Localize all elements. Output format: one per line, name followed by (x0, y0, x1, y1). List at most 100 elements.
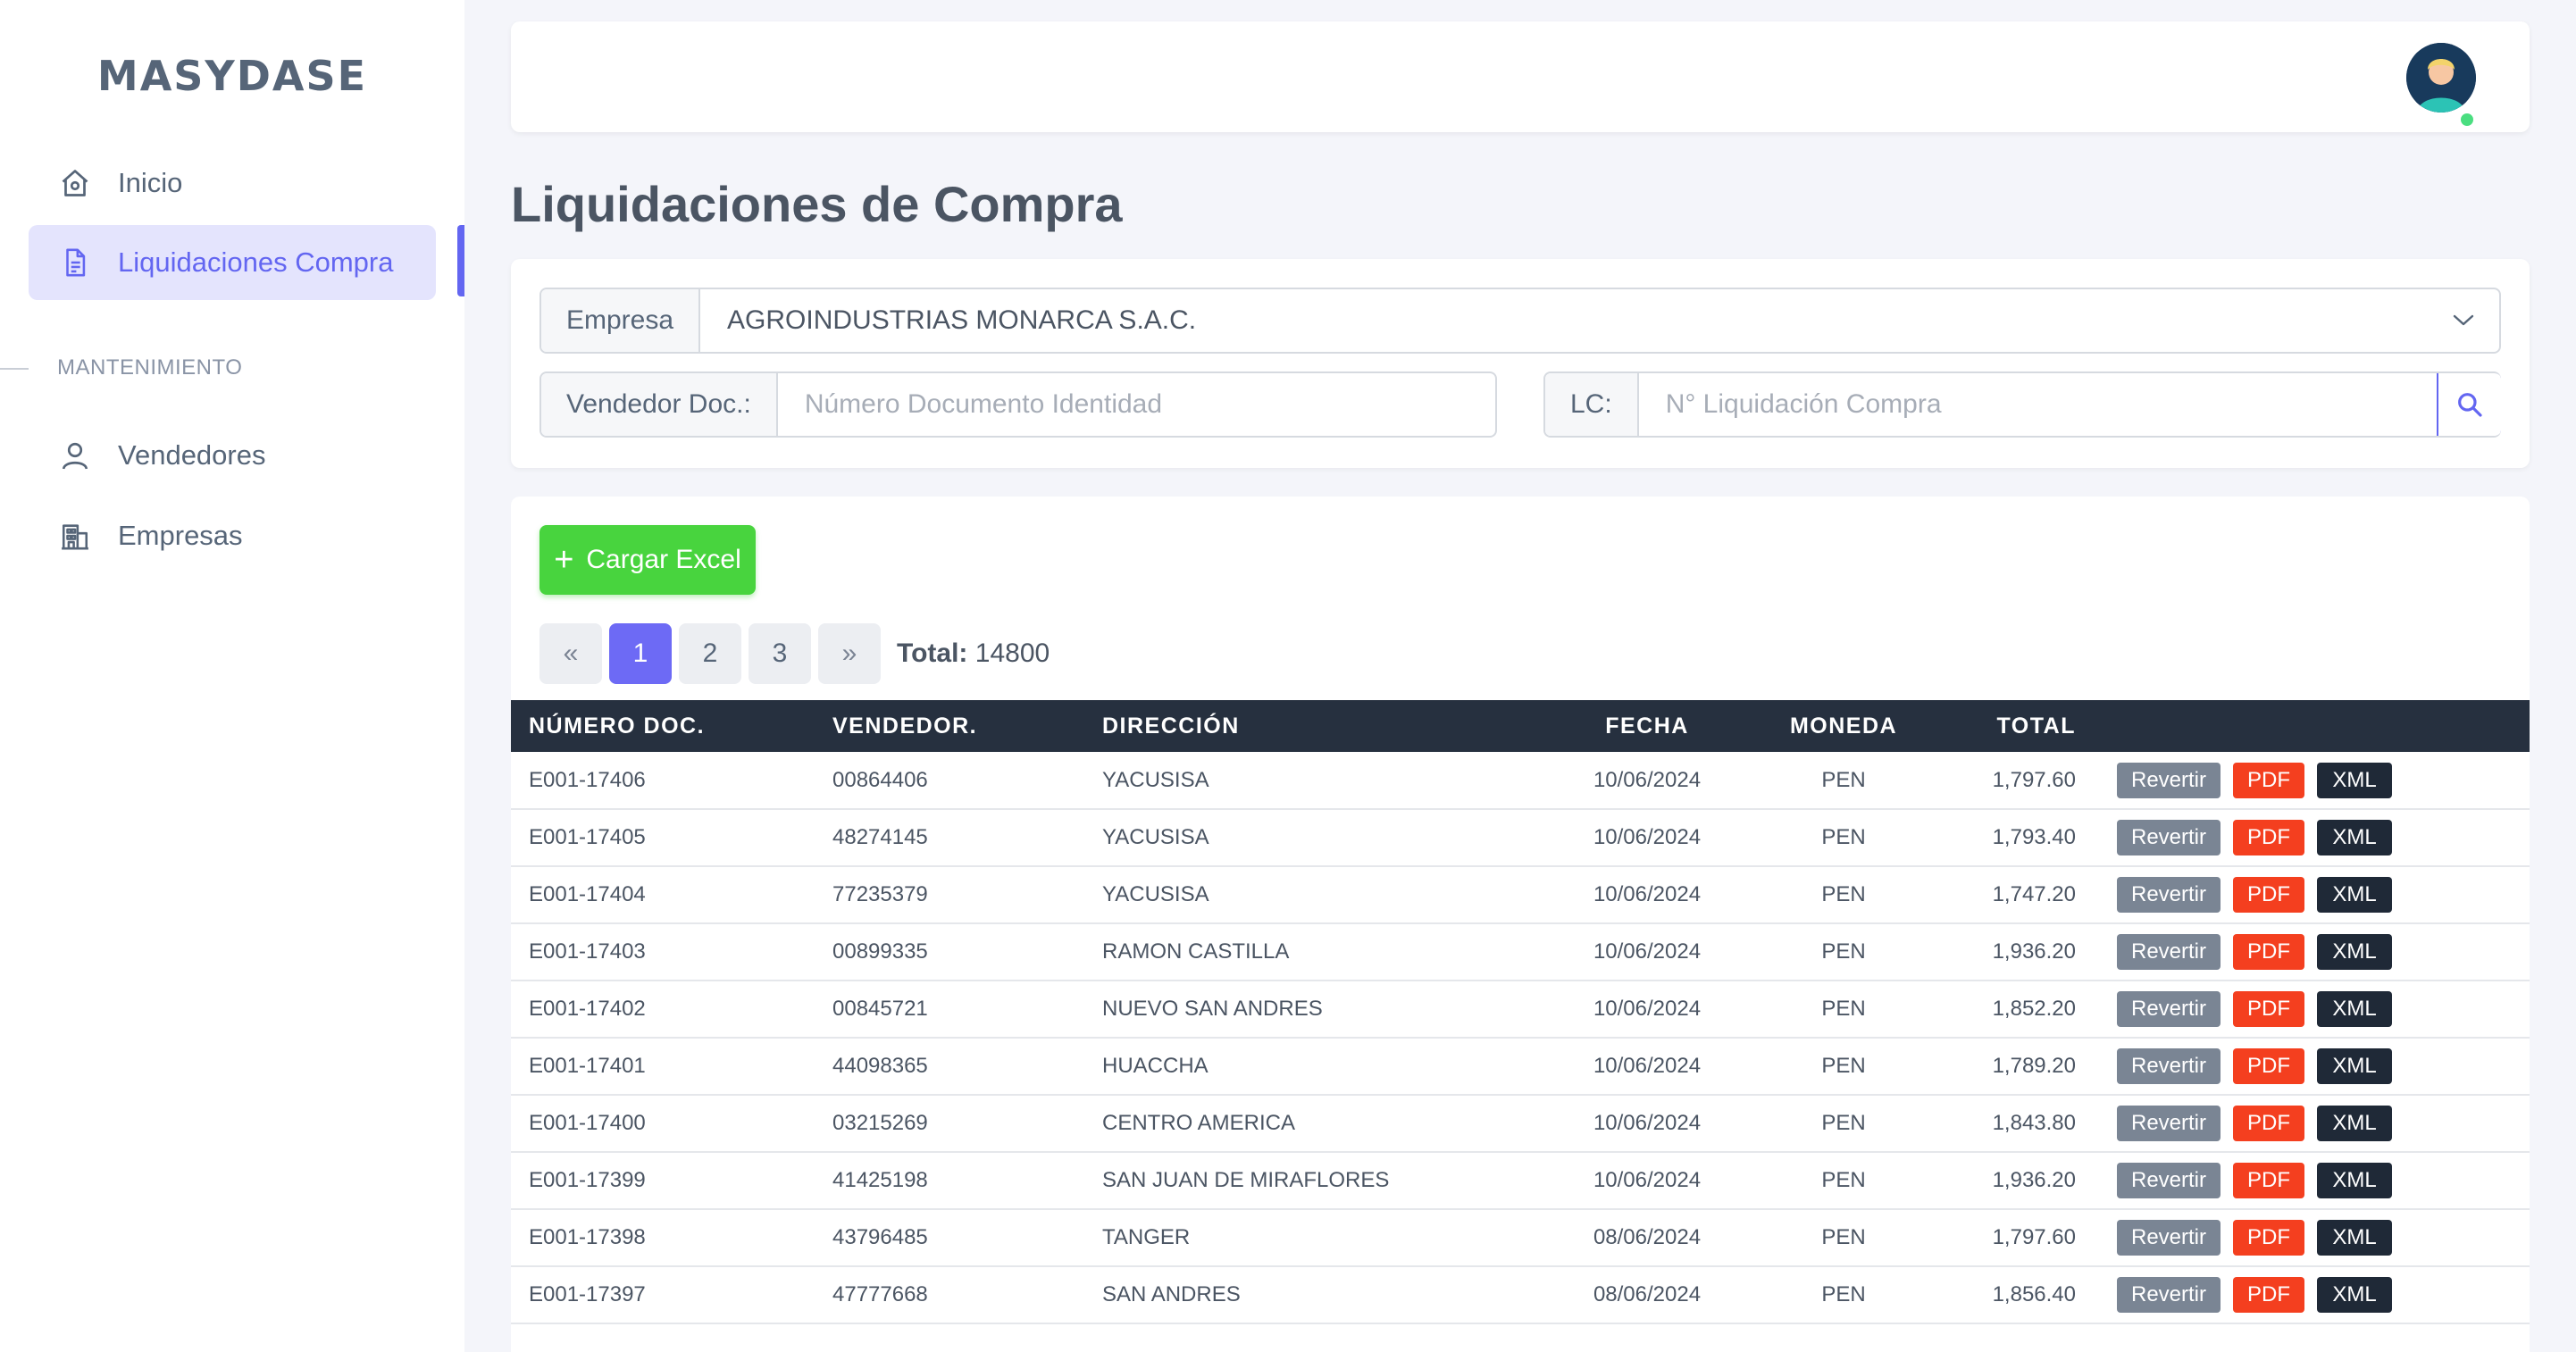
vendedor-doc-label: Vendedor Doc.: (541, 373, 778, 436)
pagination-next-button[interactable]: » (818, 623, 881, 684)
section-label: MANTENIMIENTO (57, 355, 243, 380)
xml-button[interactable]: XML (2317, 762, 2392, 798)
cell-moneda: PEN (1821, 1282, 1866, 1306)
pdf-button[interactable]: PDF (2233, 1106, 2304, 1141)
cell-actions: Revertir PDF XML (2076, 1095, 2530, 1152)
cell-fecha: 10/06/2024 (1593, 825, 1702, 849)
total-label: Total: (897, 638, 968, 668)
cell-numero-doc: E001-17397 (529, 1282, 646, 1306)
chevron-down-icon[interactable] (2428, 289, 2499, 352)
pdf-button[interactable]: PDF (2233, 877, 2304, 913)
cell-moneda: PEN (1821, 1111, 1866, 1135)
cell-vendedor: 00845721 (832, 997, 928, 1021)
revert-button[interactable]: Revertir (2117, 877, 2221, 913)
user-icon (57, 438, 93, 473)
pdf-button[interactable]: PDF (2233, 1048, 2304, 1084)
empresa-value[interactable]: AGROINDUSTRIAS MONARCA S.A.C. (700, 289, 2428, 352)
xml-button[interactable]: XML (2317, 820, 2392, 855)
pdf-button[interactable]: PDF (2233, 820, 2304, 855)
col-header-vendedor: VENDEDOR. (832, 713, 978, 739)
lc-input[interactable] (1638, 373, 2437, 436)
col-header-moneda: MONEDA (1789, 713, 1898, 739)
table-header-row: NÚMERO DOC. VENDEDOR. DIRECCIÓN FECHA MO… (511, 700, 2530, 752)
revert-button[interactable]: Revertir (2117, 1048, 2221, 1084)
search-button[interactable] (2437, 373, 2501, 436)
sidebar-item-liquidaciones[interactable]: Liquidaciones Compra (29, 225, 436, 300)
empresa-select[interactable]: Empresa AGROINDUSTRIAS MONARCA S.A.C. (539, 288, 2501, 354)
cell-numero-doc: E001-17405 (529, 825, 646, 849)
xml-button[interactable]: XML (2317, 934, 2392, 970)
active-indicator (457, 225, 464, 296)
xml-button[interactable]: XML (2317, 1163, 2392, 1198)
table-row: E001-17398 43796485 TANGER 08/06/2024 PEN 1,7… (511, 1209, 2530, 1266)
revert-button[interactable]: Revertir (2117, 820, 2221, 855)
pagination-page-1[interactable]: 1 (609, 623, 672, 684)
xml-button[interactable]: XML (2317, 1048, 2392, 1084)
cell-fecha: 10/06/2024 (1593, 882, 1702, 906)
pagination-page-2[interactable]: 2 (679, 623, 741, 684)
user-avatar[interactable] (2406, 43, 2476, 113)
col-header-direccion: DIRECCIÓN (1102, 713, 1240, 739)
online-status-dot (2458, 111, 2476, 129)
xml-button[interactable]: XML (2317, 1277, 2392, 1313)
sidebar-item-label: Inicio (118, 167, 183, 198)
pdf-button[interactable]: PDF (2233, 1163, 2304, 1198)
pdf-button[interactable]: PDF (2233, 991, 2304, 1027)
sidebar-item-empresas[interactable]: Empresas (29, 498, 436, 573)
table-row: E001-17399 41425198 SAN JUAN DE MIRAFLORES… (511, 1152, 2530, 1209)
cell-moneda: PEN (1821, 1225, 1866, 1249)
cell-total: 1,936.20 (1992, 1168, 2076, 1192)
results-panel: + Cargar Excel « 1 2 3 » Total: 14800 NÚ… (511, 497, 2530, 1352)
revert-button[interactable]: Revertir (2117, 934, 2221, 970)
pdf-button[interactable]: PDF (2233, 1277, 2304, 1313)
cell-vendedor: 00864406 (832, 767, 928, 792)
cell-numero-doc: E001-17401 (529, 1054, 646, 1078)
cell-vendedor: 03215269 (832, 1111, 928, 1135)
upload-excel-button[interactable]: + Cargar Excel (539, 525, 756, 595)
sidebar-item-inicio[interactable]: Inicio (29, 146, 436, 221)
revert-button[interactable]: Revertir (2117, 762, 2221, 798)
cell-numero-doc: E001-17406 (529, 767, 646, 792)
revert-button[interactable]: Revertir (2117, 1106, 2221, 1141)
cell-direccion: YACUSISA (1102, 825, 1209, 849)
table-row: E001-17397 47777668 SAN ANDRES 08/06/2024 PE… (511, 1266, 2530, 1323)
table-row: E001-17406 00864406 YACUSISA 10/06/2024 PEN 1… (511, 752, 2530, 809)
revert-button[interactable]: Revertir (2117, 991, 2221, 1027)
cell-numero-doc: E001-17398 (529, 1225, 646, 1249)
col-header-total: TOTAL (1996, 713, 2076, 739)
total-value: 14800 (974, 638, 1050, 668)
sidebar-item-vendedores[interactable]: Vendedores (29, 418, 436, 493)
cell-total: 1,747.20 (1992, 882, 2076, 906)
vendedor-doc-input[interactable] (777, 373, 1495, 436)
pagination-page-3[interactable]: 3 (749, 623, 811, 684)
vendedor-doc-field: Vendedor Doc.: (539, 371, 1497, 438)
xml-button[interactable]: XML (2317, 1106, 2392, 1141)
revert-button[interactable]: Revertir (2117, 1163, 2221, 1198)
cell-vendedor: 41425198 (832, 1168, 928, 1192)
revert-button[interactable]: Revertir (2117, 1220, 2221, 1256)
col-header-fecha: FECHA (1605, 713, 1689, 739)
empresa-label: Empresa (541, 289, 701, 352)
cell-vendedor: 44098365 (832, 1054, 928, 1078)
pdf-button[interactable]: PDF (2233, 762, 2304, 798)
cell-direccion: HUACCHA (1102, 1054, 1209, 1078)
xml-button[interactable]: XML (2317, 991, 2392, 1027)
cell-actions: Revertir PDF XML (2076, 1209, 2530, 1266)
cell-direccion: RAMON CASTILLA (1102, 939, 1290, 964)
brand-logo[interactable]: MASYDASE (0, 52, 464, 100)
sidebar-item-label: Liquidaciones Compra (118, 246, 394, 278)
cell-actions: Revertir PDF XML (2076, 923, 2530, 981)
pdf-button[interactable]: PDF (2233, 1220, 2304, 1256)
cell-moneda: PEN (1821, 1054, 1866, 1078)
search-icon (2458, 393, 2482, 417)
table-row: E001-17400 03215269 CENTRO AMERICA 10/06/20… (511, 1095, 2530, 1152)
table-row: E001-17404 77235379 YACUSISA 10/06/2024 PEN 1… (511, 866, 2530, 923)
pagination-prev-button[interactable]: « (539, 623, 602, 684)
liquidaciones-table: NÚMERO DOC. VENDEDOR. DIRECCIÓN FECHA MO… (511, 700, 2530, 1324)
xml-button[interactable]: XML (2317, 877, 2392, 913)
revert-button[interactable]: Revertir (2117, 1277, 2221, 1313)
pdf-button[interactable]: PDF (2233, 934, 2304, 970)
cell-fecha: 10/06/2024 (1593, 1168, 1702, 1192)
cell-vendedor: 47777668 (832, 1282, 928, 1306)
xml-button[interactable]: XML (2317, 1220, 2392, 1256)
